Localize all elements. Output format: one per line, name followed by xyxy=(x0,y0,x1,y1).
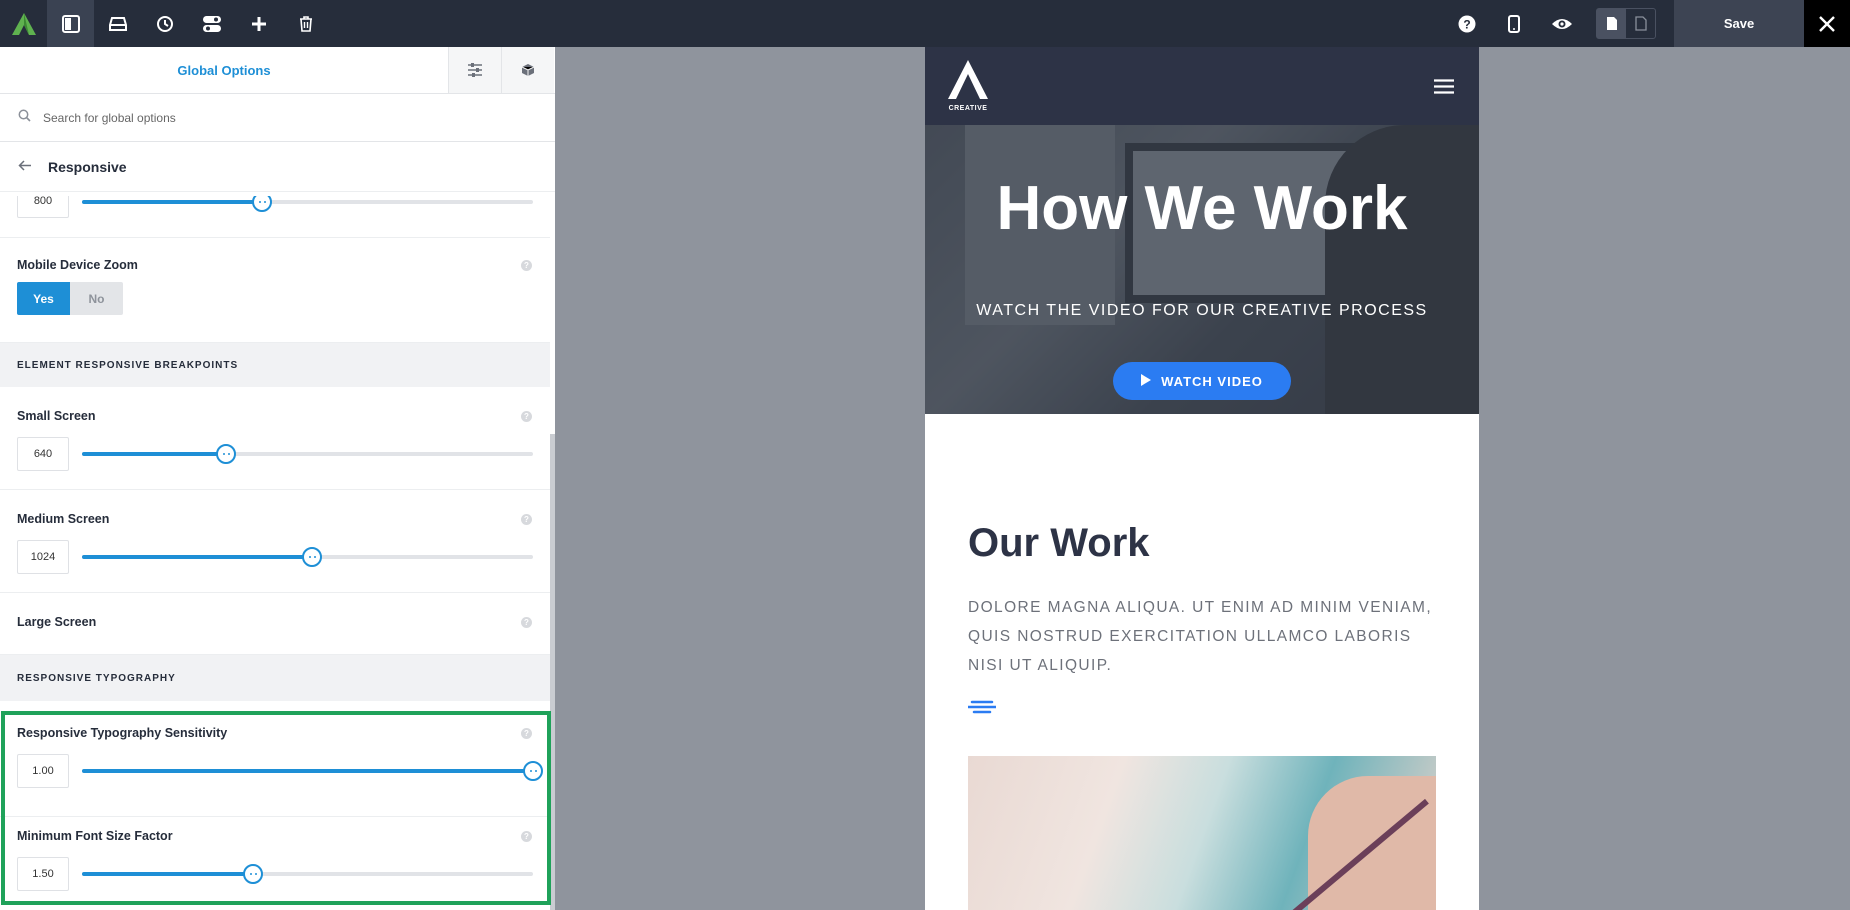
option-large-screen: Large Screen ? xyxy=(0,593,550,655)
toggles-icon[interactable] xyxy=(188,0,235,47)
slider-handle[interactable] xyxy=(523,761,543,781)
slider-fill xyxy=(82,555,312,559)
play-icon xyxy=(1141,373,1152,389)
hero-section: How We Work WATCH THE VIDEO FOR OUR CREA… xyxy=(925,125,1479,414)
site-header: CREATIVE xyxy=(925,47,1479,125)
value-input[interactable]: 1024 xyxy=(17,540,69,574)
svg-text:?: ? xyxy=(1463,17,1470,31)
options-list: 800 Mobile Device Zoom ? Yes No ELEMENT … xyxy=(0,196,550,910)
slider-handle[interactable] xyxy=(243,864,264,884)
help-icon[interactable]: ? xyxy=(521,514,532,525)
yes-button[interactable]: Yes xyxy=(17,282,70,315)
document-view-toggle[interactable] xyxy=(1596,8,1656,39)
value-input[interactable]: 1.00 xyxy=(17,754,69,788)
back-arrow-icon[interactable] xyxy=(18,158,32,176)
sidebar-tabs: Global Options xyxy=(0,47,555,94)
section-body: DOLORE MAGNA ALIQUA. UT ENIM AD MINIM VE… xyxy=(968,599,1433,674)
section-header-breakpoints: ELEMENT RESPONSIVE BREAKPOINTS xyxy=(0,343,550,387)
option-label: Responsive Typography Sensitivity xyxy=(17,726,228,740)
artwork-image xyxy=(968,756,1436,910)
section-title: Responsive xyxy=(48,158,127,175)
close-icon[interactable] xyxy=(1804,0,1850,47)
option-label: Minimum Font Size Factor xyxy=(17,829,173,843)
option-label: Large Screen xyxy=(17,615,97,629)
help-icon[interactable]: ? xyxy=(1443,0,1490,47)
help-icon[interactable]: ? xyxy=(521,411,532,422)
history-icon[interactable] xyxy=(141,0,188,47)
tab-global-options[interactable]: Global Options xyxy=(0,47,448,93)
search-input[interactable] xyxy=(41,109,441,126)
section-header-typography: RESPONSIVE TYPOGRAPHY xyxy=(0,655,550,701)
help-icon[interactable]: ? xyxy=(521,831,532,842)
watch-video-label: WATCH VIDEO xyxy=(1161,373,1263,389)
value-input[interactable]: 640 xyxy=(17,437,69,471)
value-input[interactable]: 1.50 xyxy=(17,857,69,891)
slider-fill xyxy=(82,769,533,773)
sidebar-toggle-icon[interactable] xyxy=(47,0,94,47)
yes-no-toggle: Yes No xyxy=(17,282,123,315)
page-preview: CREATIVE How We Work WATCH THE VIDEO FOR… xyxy=(925,47,1479,910)
no-button[interactable]: No xyxy=(70,282,123,315)
site-logo[interactable] xyxy=(946,59,990,104)
sidebar-scrollbar[interactable] xyxy=(550,434,555,910)
option-mobile-device-zoom: Mobile Device Zoom ? Yes No xyxy=(0,238,550,343)
slider-fill xyxy=(82,872,254,876)
search-icon xyxy=(18,109,31,127)
help-icon[interactable]: ? xyxy=(521,617,532,628)
slider-handle[interactable] xyxy=(252,196,273,212)
slider-track[interactable] xyxy=(82,547,533,567)
add-icon[interactable] xyxy=(235,0,282,47)
option-row-top-slider: 800 xyxy=(0,196,550,238)
avada-logo-icon[interactable] xyxy=(0,0,47,47)
slider-track[interactable] xyxy=(82,196,533,212)
help-icon[interactable]: ? xyxy=(521,260,532,271)
library-icon[interactable] xyxy=(94,0,141,47)
slider-track[interactable] xyxy=(82,444,533,464)
top-toolbar: ? Save xyxy=(0,0,1850,47)
search-bar xyxy=(0,94,555,142)
help-icon[interactable]: ? xyxy=(521,728,532,739)
save-button[interactable]: Save xyxy=(1674,0,1804,47)
slider-fill xyxy=(82,452,227,456)
logo-caption: CREATIVE xyxy=(948,105,988,112)
mobile-icon[interactable] xyxy=(1490,0,1537,47)
trash-icon[interactable] xyxy=(282,0,329,47)
page-icon[interactable] xyxy=(1597,9,1626,38)
settings-sliders-icon[interactable] xyxy=(448,47,501,93)
value-input[interactable]: 800 xyxy=(17,196,69,218)
watch-video-button[interactable]: WATCH VIDEO xyxy=(1113,362,1291,400)
option-label: Mobile Device Zoom xyxy=(17,258,138,272)
separator-icon xyxy=(966,700,998,719)
option-label: Small Screen xyxy=(17,409,96,423)
preview-eye-icon[interactable] xyxy=(1538,0,1585,47)
hero-title: How We Work xyxy=(996,174,1408,243)
slider-fill xyxy=(82,200,263,204)
hamburger-menu-icon[interactable] xyxy=(1434,79,1454,99)
section-title: Our Work xyxy=(968,521,1150,565)
option-label: Medium Screen xyxy=(17,512,110,526)
page-outline-icon[interactable] xyxy=(1626,9,1655,38)
slider-handle[interactable] xyxy=(216,444,237,464)
hero-subtitle: WATCH THE VIDEO FOR OUR CREATIVE PROCESS xyxy=(976,302,1428,319)
option-typography-sensitivity: Responsive Typography Sensitivity ? 1.00 xyxy=(0,714,550,817)
slider-track[interactable] xyxy=(82,761,543,781)
slider-handle[interactable] xyxy=(302,547,322,567)
breadcrumb: Responsive xyxy=(0,142,555,192)
slider-track[interactable] xyxy=(82,864,533,884)
option-small-screen: Small Screen ? 640 xyxy=(0,387,550,490)
cube-icon[interactable] xyxy=(501,47,554,93)
option-min-font-size-factor: Minimum Font Size Factor ? 1.50 xyxy=(0,817,550,910)
option-medium-screen: Medium Screen ? 1024 xyxy=(0,490,550,593)
